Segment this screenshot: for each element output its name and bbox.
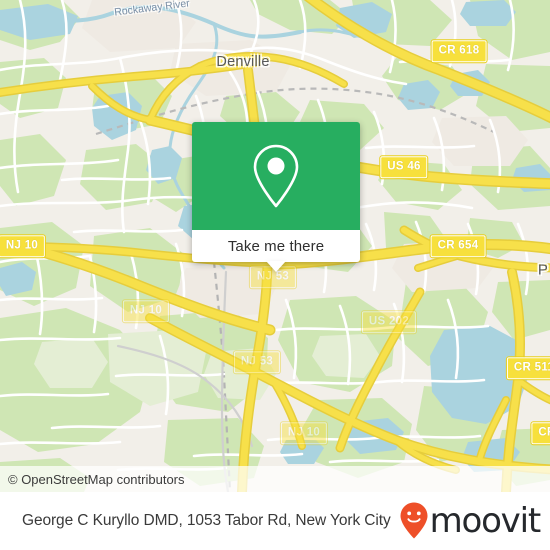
moovit-wordmark: moovit xyxy=(429,501,542,541)
map-canvas[interactable]: Rockaway River Denville CR 618 US 46 NJ … xyxy=(0,0,550,492)
map-attribution-bar: © OpenStreetMap contributors xyxy=(0,466,550,492)
moovit-pin-icon xyxy=(400,502,428,539)
map-screenshot: Rockaway River Denville CR 618 US 46 NJ … xyxy=(0,0,550,550)
moovit-brand[interactable]: moovit xyxy=(399,501,542,541)
location-callout-card[interactable]: Take me there xyxy=(192,122,360,272)
footer-bar: George C Kuryllo DMD, 1053 Tabor Rd, New… xyxy=(0,492,550,550)
callout-pointer xyxy=(266,261,286,272)
callout-header xyxy=(192,122,360,230)
osm-attribution-text: © OpenStreetMap contributors xyxy=(8,471,185,487)
map-pin-icon xyxy=(253,144,299,208)
take-me-there-label: Take me there xyxy=(227,237,325,255)
take-me-there-button[interactable]: Take me there xyxy=(192,230,360,272)
location-title: George C Kuryllo DMD, 1053 Tabor Rd, New… xyxy=(22,512,391,529)
